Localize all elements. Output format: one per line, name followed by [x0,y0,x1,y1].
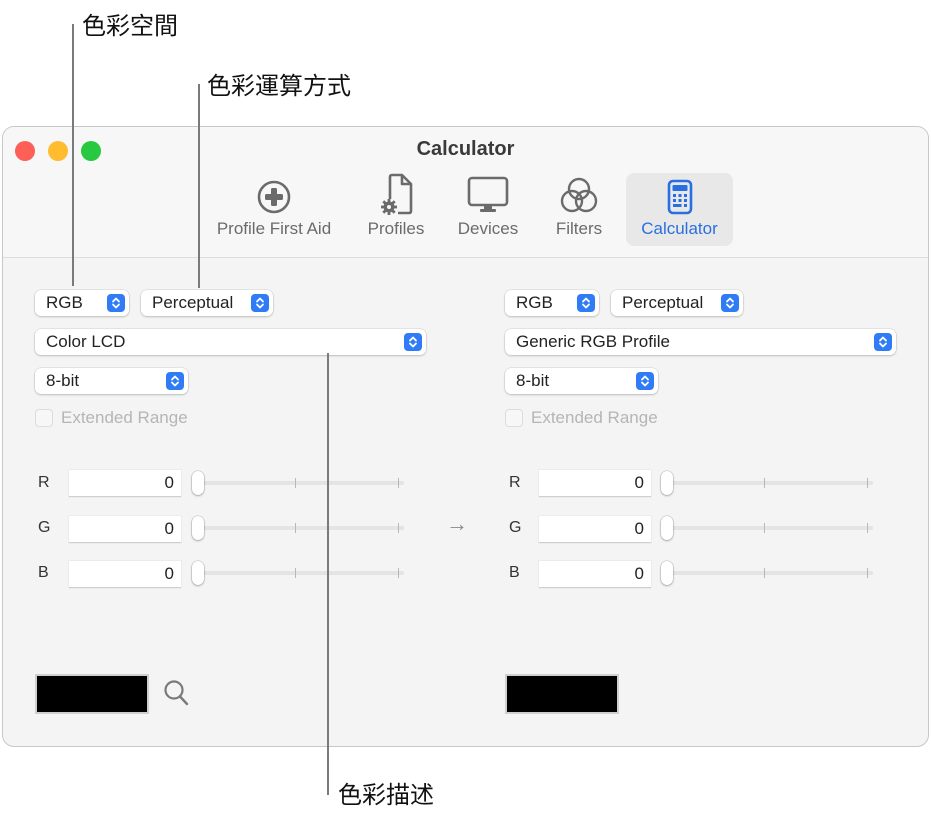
source-profile-popup[interactable]: Color LCD [35,329,426,355]
channel-label: G [38,519,51,536]
tab-profiles[interactable]: Profiles [358,173,434,246]
destination-extended-range[interactable]: Extended Range [505,408,658,428]
chevron-up-down-icon [721,294,739,312]
popup-value: Generic RGB Profile [516,332,670,351]
tab-label: Devices [457,219,519,238]
monitor-icon [467,173,509,215]
destination-r-field[interactable]: 0 [539,470,651,497]
chevron-up-down-icon [636,372,654,390]
destination-r-slider[interactable] [661,471,873,495]
callout-color-space: 色彩空間 [82,12,178,40]
callout-line-rendering-intent [198,84,200,288]
checkbox[interactable] [35,409,53,427]
toolbar: Calculator Profile First Aid Profiles De… [3,127,928,258]
source-r-slider[interactable] [192,471,404,495]
tab-filters[interactable]: Filters [543,173,615,246]
source-b-field[interactable]: 0 [69,561,181,588]
source-rendering-intent-popup[interactable]: Perceptual [141,290,273,316]
source-b-slider[interactable] [192,561,404,585]
callout-rendering-intent: 色彩運算方式 [207,72,351,100]
filters-circles-icon [559,173,599,215]
window-title: Calculator [416,138,515,160]
slider-thumb[interactable] [192,561,204,585]
field-value: 0 [634,564,644,583]
callout-line-color-space [72,24,74,286]
tab-label: Profile First Aid [216,219,332,238]
channel-label: B [38,564,49,581]
convert-arrow-icon: → [446,511,468,536]
source-r-field[interactable]: 0 [69,470,181,497]
chevron-up-down-icon [874,333,892,351]
chevron-up-down-icon [404,333,422,351]
tab-profile-first-aid[interactable]: Profile First Aid [203,173,345,246]
document-gear-icon [376,173,416,215]
chevron-up-down-icon [107,294,125,312]
popup-value: Perceptual [152,293,234,312]
destination-color-swatch [505,674,619,714]
tab-calculator[interactable]: Calculator [626,173,733,246]
destination-b-slider[interactable] [661,561,873,585]
slider-thumb[interactable] [661,516,673,540]
source-g-field[interactable]: 0 [69,516,181,543]
field-value: 0 [634,519,644,538]
popup-value: 8-bit [46,371,80,390]
slider-thumb[interactable] [661,561,673,585]
destination-b-field[interactable]: 0 [539,561,651,588]
chevron-up-down-icon [251,294,269,312]
destination-g-slider[interactable] [661,516,873,540]
channel-label: G [509,519,522,536]
magnifier-icon[interactable] [163,679,191,714]
source-bit-depth-popup[interactable]: 8-bit [35,368,188,394]
tab-devices[interactable]: Devices [449,173,527,246]
colorsync-window: Calculator Profile First Aid Profiles De… [2,126,929,747]
checkbox-label: Extended Range [61,408,188,427]
popup-value: RGB [516,293,553,312]
field-value: 0 [634,473,644,492]
calculator-icon [667,173,693,215]
slider-thumb[interactable] [192,516,204,540]
checkbox-label: Extended Range [531,408,658,427]
callout-color-profile: 色彩描述 [338,781,434,809]
tab-label: Filters [555,219,603,238]
field-value: 0 [164,564,174,583]
checkbox[interactable] [505,409,523,427]
slider-thumb[interactable] [661,471,673,495]
channel-label: R [38,474,50,491]
popup-value: RGB [46,293,83,312]
destination-rendering-intent-popup[interactable]: Perceptual [611,290,743,316]
source-color-swatch[interactable] [35,674,149,714]
destination-bit-depth-popup[interactable]: 8-bit [505,368,658,394]
popup-value: Color LCD [46,332,126,351]
slider-thumb[interactable] [192,471,204,495]
channel-label: B [509,564,520,581]
source-g-slider[interactable] [192,516,404,540]
channel-label: R [509,474,521,491]
tab-label: Calculator [641,219,718,238]
chevron-up-down-icon [577,294,595,312]
source-color-space-popup[interactable]: RGB [35,290,129,316]
chevron-up-down-icon [166,372,184,390]
popup-value: Perceptual [622,293,704,312]
destination-g-field[interactable]: 0 [539,516,651,543]
plus-circle-icon [256,173,292,215]
field-value: 0 [164,519,174,538]
popup-value: 8-bit [516,371,550,390]
destination-color-space-popup[interactable]: RGB [505,290,599,316]
source-extended-range[interactable]: Extended Range [35,408,188,428]
field-value: 0 [164,473,174,492]
destination-profile-popup[interactable]: Generic RGB Profile [505,329,896,355]
tab-label: Profiles [367,219,425,238]
callout-line-color-profile [327,353,329,795]
